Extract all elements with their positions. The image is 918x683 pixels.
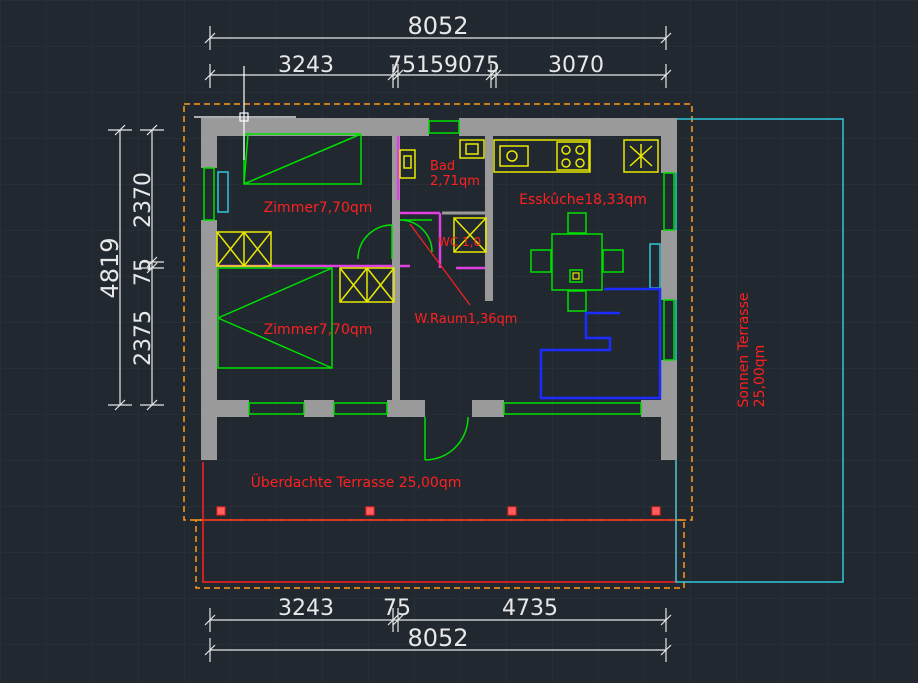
dim-left-upper: 2370 [131,172,156,228]
dim-top-total: 8052 [407,12,468,40]
dim-bottom-right: 4735 [502,596,558,621]
dim-top-mid: 75159075 [388,53,500,78]
cad-drawing-canvas[interactable]: 8052 3243 75159075 3070 4819 2370 75 237… [0,0,918,683]
room-label-bad-area: 2,71qm [430,174,480,189]
room-label-sun-terrace-area: 25,00qm [752,345,768,408]
dim-bottom-total: 8052 [407,624,468,652]
room-label-zimmer-1: Zimmer7,70qm [264,200,373,216]
dim-top-left: 3243 [278,53,334,78]
room-label-bad: Bad [430,159,455,174]
room-label-covered-terrace: Überdachte Terrasse 25,00qm [251,473,462,491]
dim-top-right: 3070 [548,53,604,78]
dim-left-total: 4819 [96,237,124,298]
room-label-sun-terrace: Sonnen Terrasse [736,293,752,408]
room-label-kitchen: Esskûche18,33qm [519,192,647,208]
dim-bottom-mid: 75 [383,596,411,621]
dim-left-mid: 75 [131,258,156,286]
room-label-wc: WC 1,0 [438,235,481,249]
room-label-wroom: W.Raum1,36qm [415,312,518,327]
room-label-zimmer-2: Zimmer7,70qm [264,322,373,338]
dim-left-lower: 2375 [131,310,156,366]
dim-bottom-left: 3243 [278,596,334,621]
